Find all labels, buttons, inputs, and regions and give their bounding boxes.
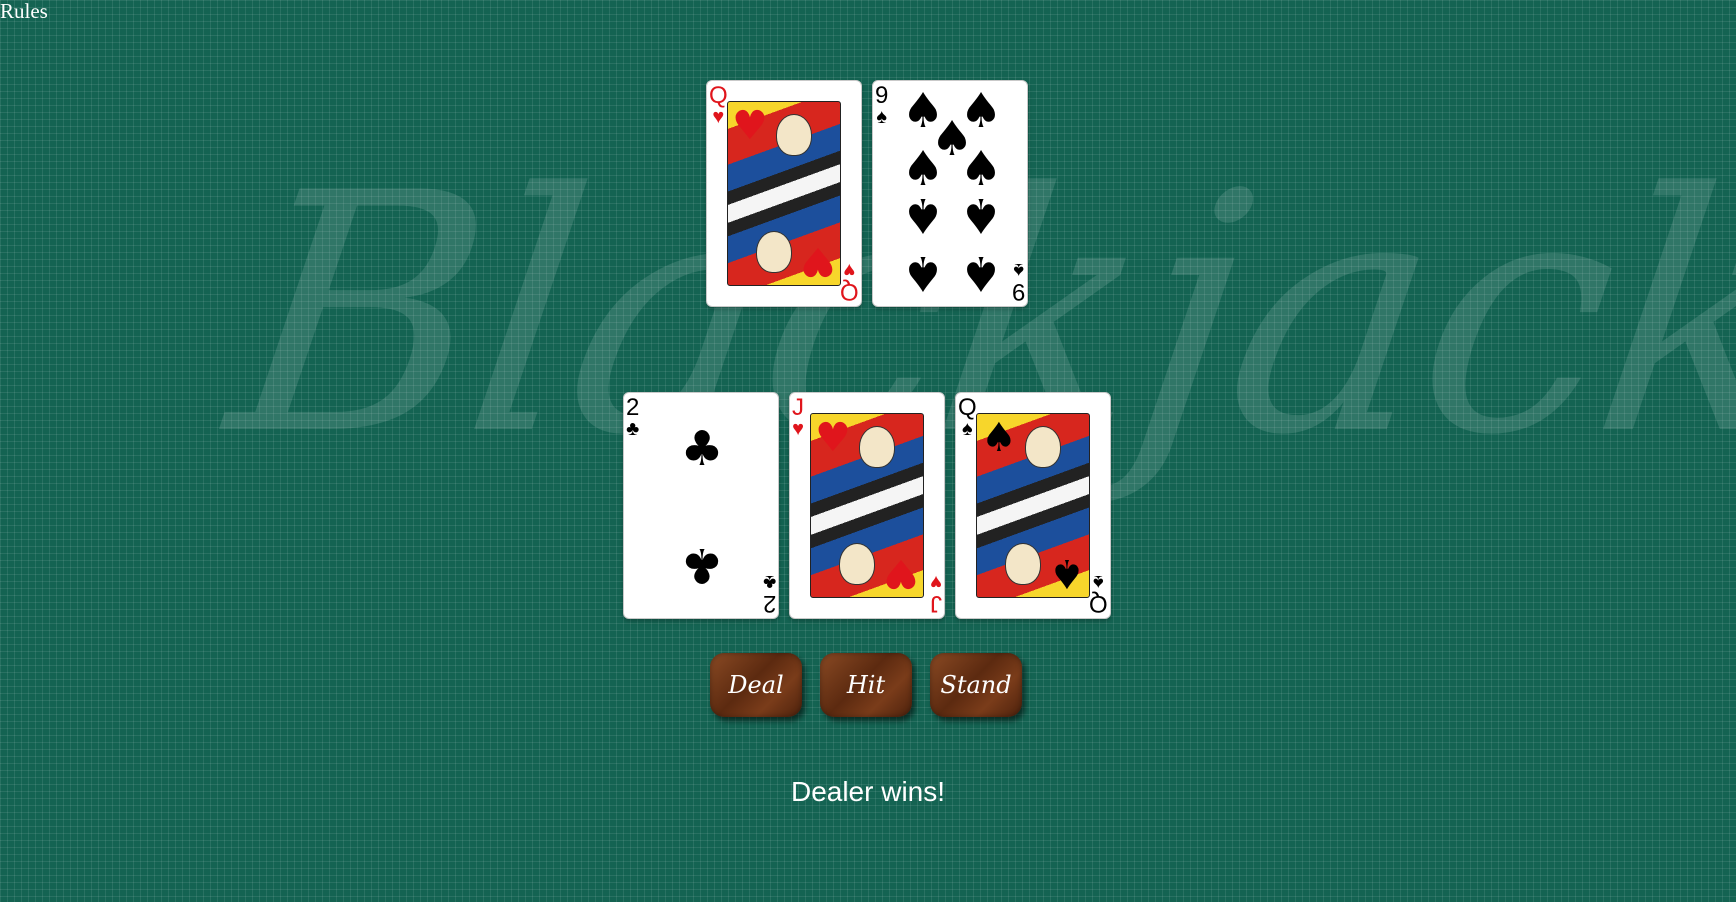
card-corner-bottom: J ♥ xyxy=(930,571,942,617)
spade-icon: ♠ xyxy=(1013,259,1024,281)
hit-button[interactable]: Hit xyxy=(820,653,912,717)
card-rank: J xyxy=(792,394,804,421)
card-corner-bottom: 2 ♣ xyxy=(762,571,776,617)
card-rank: 9 xyxy=(1011,278,1025,305)
card-rank: Q xyxy=(840,278,859,305)
heart-icon: ♥ xyxy=(792,418,804,440)
club-icon: ♣ xyxy=(626,418,640,440)
heart-icon: ♥ xyxy=(930,571,942,593)
game-status-message: Dealer wins! xyxy=(790,776,946,807)
club-icon: ♣ xyxy=(762,571,776,593)
card-corner-top: 9 ♠ xyxy=(875,82,889,128)
spade-icon: ♠ xyxy=(1093,571,1104,593)
rules-link[interactable]: Rules xyxy=(0,0,48,23)
spade-icon: ♠ xyxy=(876,106,887,128)
jack-head xyxy=(859,426,895,468)
spade-icon: ♠ xyxy=(901,187,945,243)
card-rank: Q xyxy=(1089,590,1108,617)
card-rank: 2 xyxy=(762,590,776,617)
queen-head xyxy=(1025,426,1061,468)
card-rank: Q xyxy=(709,82,728,109)
club-icon: ♣ xyxy=(680,421,724,477)
card-jack-of-hearts: J ♥ ♥ ♥ J ♥ xyxy=(789,392,945,619)
spade-icon: ♠ xyxy=(959,141,1003,197)
dealer-hand: Q ♥ ♥ ♥ Q ♥ 9 ♠ ♠ ♠ ♠ ♠ ♠ ♠ ♠ ♠ ♠ 9 ♠ xyxy=(706,80,1028,307)
spade-icon: ♠ xyxy=(959,245,1003,301)
queen-head xyxy=(776,114,812,156)
deal-button[interactable]: Deal xyxy=(710,653,802,717)
card-corner-top: Q ♠ xyxy=(958,394,977,440)
card-corner-bottom: 9 ♠ xyxy=(1011,259,1025,305)
heart-icon: ♥ xyxy=(843,259,856,281)
heart-icon: ♥ xyxy=(815,415,851,461)
card-rank: Q xyxy=(958,394,977,421)
queen-head xyxy=(1005,543,1041,585)
spade-icon: ♠ xyxy=(959,187,1003,243)
card-corner-bottom: Q ♥ xyxy=(840,259,859,305)
card-corner-top: J ♥ xyxy=(792,394,804,440)
queen-portrait: ♥ ♥ xyxy=(727,101,841,286)
card-two-of-clubs: 2 ♣ ♣ ♣ 2 ♣ xyxy=(623,392,779,619)
card-corner-top: Q ♥ xyxy=(709,82,728,128)
heart-icon: ♥ xyxy=(883,550,919,596)
card-corner-top: 2 ♣ xyxy=(626,394,640,440)
heart-icon: ♥ xyxy=(800,238,836,284)
queen-portrait: ♠ ♠ xyxy=(976,413,1090,598)
jack-head xyxy=(839,543,875,585)
spade-icon: ♠ xyxy=(1049,550,1085,596)
jack-portrait: ♥ ♥ xyxy=(810,413,924,598)
game-controls: Deal Hit Stand xyxy=(710,653,1022,717)
heart-icon: ♥ xyxy=(712,106,725,128)
player-hand: 2 ♣ ♣ ♣ 2 ♣ J ♥ ♥ ♥ J ♥ Q ♠ ♠ ♠ Q ♠ xyxy=(623,392,1111,619)
stand-button[interactable]: Stand xyxy=(930,653,1022,717)
heart-icon: ♥ xyxy=(732,103,768,149)
queen-head xyxy=(756,231,792,273)
card-corner-bottom: Q ♠ xyxy=(1089,571,1108,617)
card-queen-of-hearts: Q ♥ ♥ ♥ Q ♥ xyxy=(706,80,862,307)
card-rank: J xyxy=(930,590,942,617)
card-nine-of-spades: 9 ♠ ♠ ♠ ♠ ♠ ♠ ♠ ♠ ♠ ♠ 9 ♠ xyxy=(872,80,1028,307)
card-queen-of-spades: Q ♠ ♠ ♠ Q ♠ xyxy=(955,392,1111,619)
spade-icon: ♠ xyxy=(962,418,973,440)
spade-icon: ♠ xyxy=(901,141,945,197)
card-rank: 9 xyxy=(875,82,889,109)
club-icon: ♣ xyxy=(680,537,724,593)
spade-icon: ♠ xyxy=(981,415,1017,461)
card-rank: 2 xyxy=(626,394,640,421)
spade-icon: ♠ xyxy=(901,245,945,301)
